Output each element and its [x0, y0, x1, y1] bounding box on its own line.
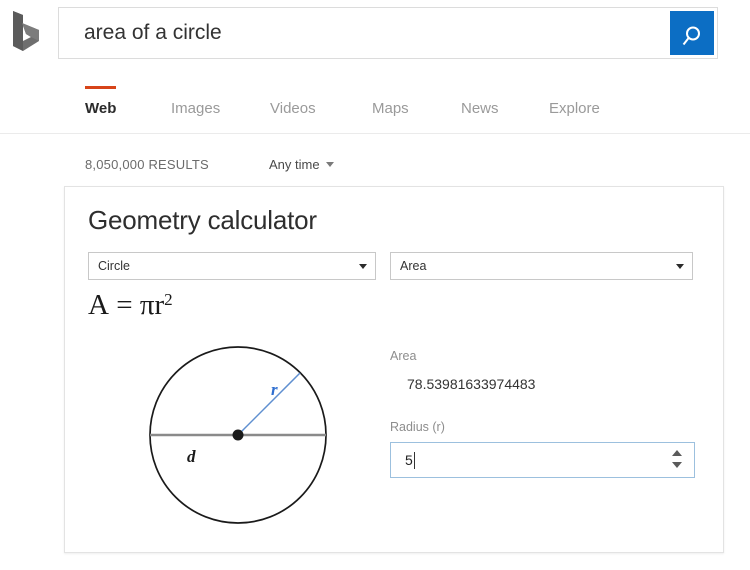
page-title: Geometry calculator	[88, 205, 317, 235]
mode-select-value: Area	[400, 259, 427, 273]
tab-web[interactable]: Web	[85, 86, 117, 133]
radius-label: Radius (r)	[390, 420, 445, 434]
diagram-radius-label: r	[271, 380, 278, 399]
radius-spinner[interactable]	[670, 450, 685, 470]
search-button[interactable]	[670, 11, 714, 55]
diagram-center-point	[232, 429, 244, 441]
nav-tabs: Web Images Videos Maps News Explore	[0, 86, 750, 134]
diagram-radius-line	[237, 372, 301, 436]
bing-logo-icon[interactable]	[9, 8, 51, 58]
tab-videos[interactable]: Videos	[270, 88, 316, 133]
search-icon	[682, 26, 700, 45]
diagram-diameter-label: d	[187, 447, 196, 466]
formula-exponent: 2	[164, 290, 173, 309]
chevron-down-icon	[676, 264, 684, 269]
radius-input[interactable]	[391, 443, 656, 477]
geometry-calculator-card: Geometry calculator Circle Area A = πr2 …	[64, 186, 724, 553]
radius-input-wrap[interactable]	[390, 442, 695, 478]
search-input[interactable]	[59, 8, 649, 58]
time-filter-label: Any time	[269, 157, 320, 172]
tab-news[interactable]: News	[461, 88, 499, 133]
spinner-down-icon[interactable]	[672, 462, 682, 468]
results-count: 8,050,000 RESULTS	[85, 157, 209, 172]
area-value: 78.53981633974483	[407, 376, 536, 392]
shape-select[interactable]: Circle	[88, 252, 376, 280]
formula-equals: =	[116, 289, 133, 321]
formula-rhs: πr	[139, 289, 165, 321]
results-meta: 8,050,000 RESULTS Any time	[85, 157, 645, 179]
spinner-up-icon[interactable]	[672, 450, 682, 456]
chevron-down-icon	[325, 162, 334, 167]
shape-select-value: Circle	[98, 259, 130, 273]
search-box[interactable]	[58, 7, 718, 59]
chevron-down-icon	[359, 264, 367, 269]
formula-display: A = πr2	[88, 289, 173, 322]
mode-select[interactable]: Area	[390, 252, 693, 280]
result-panel: Area 78.53981633974483 Radius (r)	[390, 347, 700, 478]
formula-lhs: A	[88, 289, 109, 321]
area-label: Area	[390, 349, 417, 363]
circle-diagram: r d	[149, 346, 327, 524]
tab-maps[interactable]: Maps	[372, 88, 409, 133]
time-filter-dropdown[interactable]: Any time	[269, 157, 334, 172]
tab-explore[interactable]: Explore	[549, 88, 600, 133]
search-header	[0, 0, 750, 72]
text-caret	[414, 452, 415, 469]
tab-images[interactable]: Images	[171, 88, 220, 133]
